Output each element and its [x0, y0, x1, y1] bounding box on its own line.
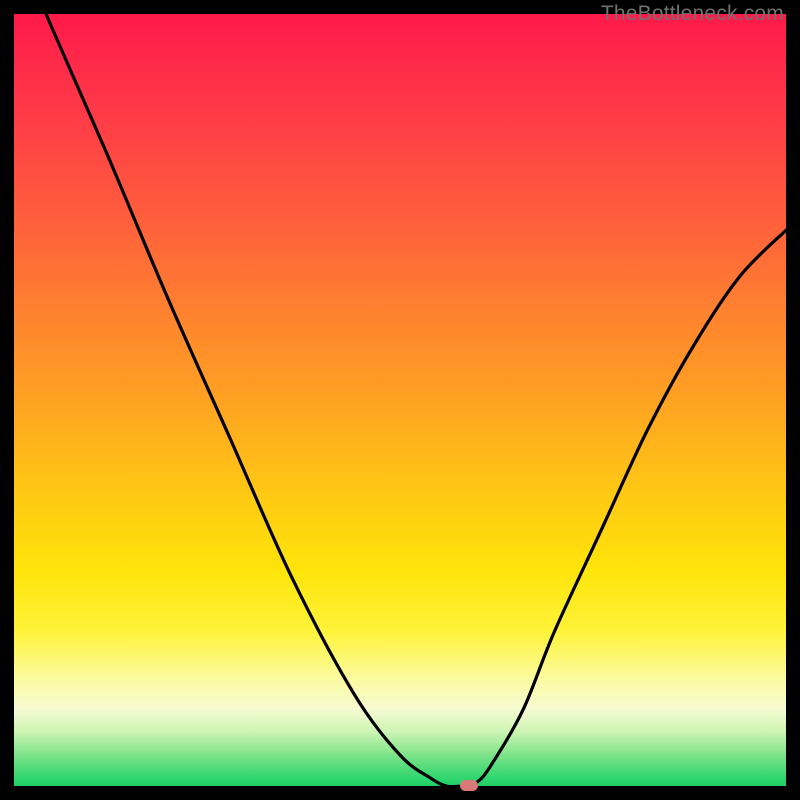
watermark-text: TheBottleneck.com [601, 2, 784, 26]
chart-frame: TheBottleneck.com [0, 0, 800, 800]
bottleneck-curve [14, 14, 786, 786]
plot-background-gradient [14, 14, 786, 786]
optimum-marker [460, 780, 478, 791]
curve-path [14, 0, 786, 787]
